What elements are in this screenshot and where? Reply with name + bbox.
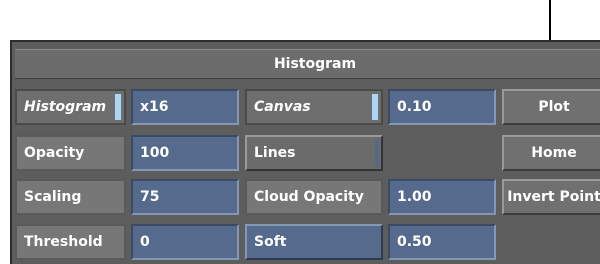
toggle-indicator <box>372 94 378 120</box>
opacity-value-field[interactable]: 100 <box>131 135 239 171</box>
canvas-value-field[interactable]: 0.10 <box>388 89 496 125</box>
home-button[interactable]: Home <box>502 135 600 171</box>
lines-button[interactable]: Lines <box>245 135 383 171</box>
histogram-toggle-label: Histogram <box>24 99 107 115</box>
toggle-indicator <box>115 94 121 120</box>
soft-button[interactable]: Soft <box>245 224 383 260</box>
lines-button-edge <box>375 139 379 167</box>
panel-title: Histogram <box>15 49 600 79</box>
cloud-opacity-label: Cloud Opacity <box>245 179 383 215</box>
soft-value-field[interactable]: 0.50 <box>388 224 496 260</box>
plot-button[interactable]: Plot <box>502 89 600 125</box>
scaling-value-field[interactable]: 75 <box>131 179 239 215</box>
canvas-toggle-label: Canvas <box>254 99 311 115</box>
threshold-label: Threshold <box>15 224 126 260</box>
lines-button-label: Lines <box>254 145 296 161</box>
opacity-label: Opacity <box>15 135 126 171</box>
histogram-toggle-button[interactable]: Histogram <box>15 89 126 125</box>
histogram-panel: Histogram Histogram x16 Canvas 0.10 Plot… <box>10 40 600 264</box>
scaling-label: Scaling <box>15 179 126 215</box>
threshold-value-field[interactable]: 0 <box>131 224 239 260</box>
histogram-value-field[interactable]: x16 <box>131 89 239 125</box>
cloud-opacity-value-field[interactable]: 1.00 <box>388 179 496 215</box>
canvas-toggle-button[interactable]: Canvas <box>245 89 383 125</box>
invert-point-button[interactable]: Invert Point <box>502 179 600 215</box>
